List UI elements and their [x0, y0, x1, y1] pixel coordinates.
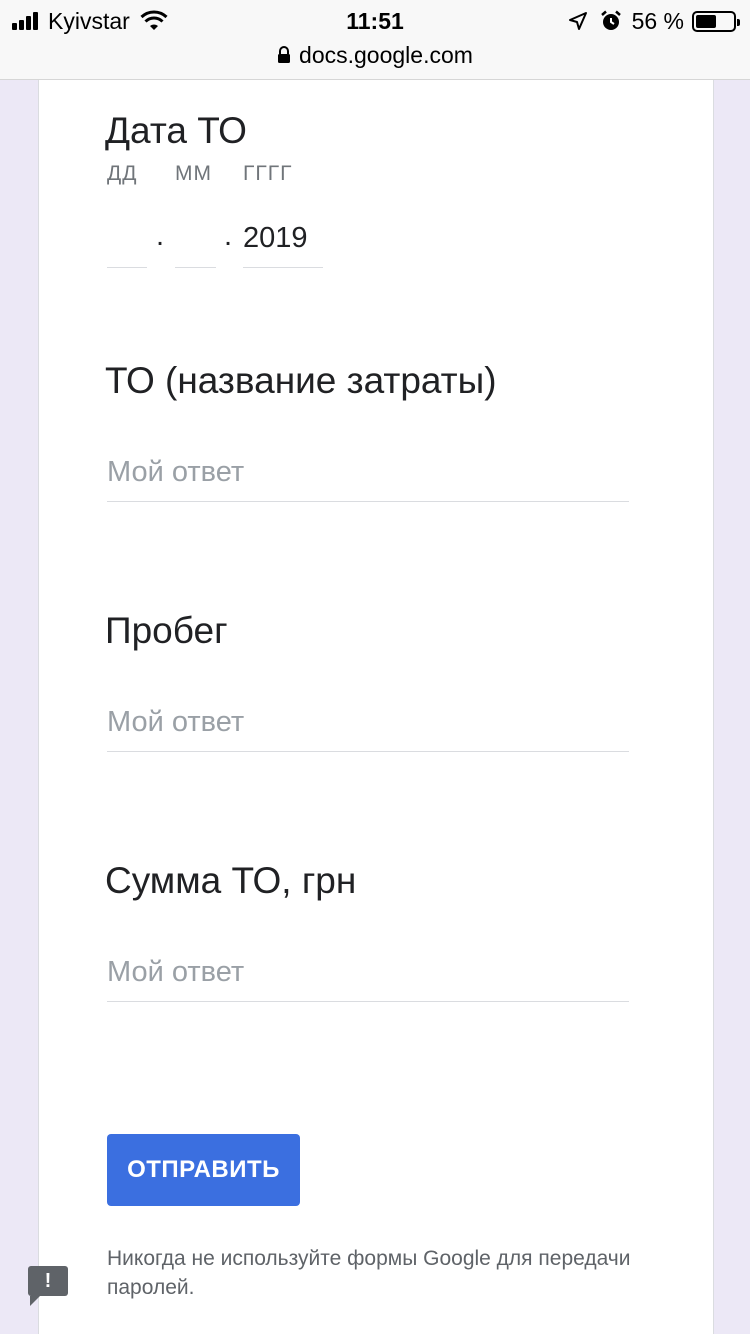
report-abuse-icon[interactable]: !	[28, 1266, 68, 1306]
year-label: ГГГГ	[243, 162, 293, 185]
alarm-icon	[600, 10, 621, 30]
answer-input-expense[interactable]: Мой ответ	[107, 450, 629, 502]
question-title-amount: Сумма ТО, грн	[105, 860, 357, 901]
address-bar[interactable]: docs.google.com	[0, 40, 750, 70]
month-label: ММ	[175, 162, 212, 185]
date-separator: .	[224, 220, 233, 252]
url-text[interactable]: docs.google.com	[299, 42, 473, 69]
submit-button[interactable]: ОТПРАВИТЬ	[107, 1134, 300, 1206]
date-separator: .	[156, 220, 165, 252]
status-bar: Kyivstar 11:51 56 % docs.google.com	[0, 0, 750, 80]
battery-icon	[692, 10, 740, 32]
question-title-mileage: Пробег	[105, 610, 228, 651]
question-title-expense: ТО (название затраты)	[105, 360, 497, 401]
answer-input-amount[interactable]: Мой ответ	[107, 950, 629, 1002]
question-title-date: Дата ТО	[105, 110, 247, 151]
battery-fill	[696, 14, 717, 28]
day-input[interactable]	[107, 220, 147, 268]
form-card: Дата ТО ДД ММ ГГГГ . . 2019 ТО (название…	[38, 80, 714, 1334]
battery-percent: 56 %	[631, 7, 684, 34]
lock-icon	[278, 46, 291, 63]
month-input[interactable]	[175, 220, 216, 268]
password-warning: Никогда не используйте формы Google для …	[107, 1247, 631, 1299]
location-icon	[568, 12, 587, 30]
day-label: ДД	[107, 162, 138, 185]
year-input[interactable]: 2019	[243, 220, 323, 268]
status-right: 56 %	[568, 7, 740, 34]
answer-input-mileage[interactable]: Мой ответ	[107, 700, 629, 752]
